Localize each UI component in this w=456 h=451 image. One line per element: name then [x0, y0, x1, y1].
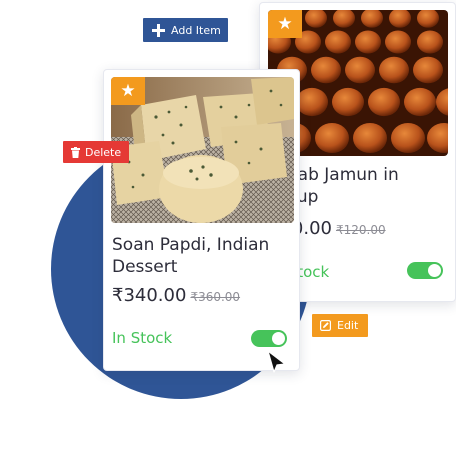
product-card-soan-papdi[interactable]: ★ Soan Papdi, Indian Dessert ₹340.00 ₹36…	[103, 69, 300, 371]
pencil-icon	[320, 320, 331, 331]
stock-toggle[interactable]	[407, 262, 443, 279]
gulab-jamun-ball	[296, 87, 328, 117]
delete-label: Delete	[85, 145, 122, 159]
gulab-jamun-ball	[385, 30, 411, 54]
edit-button[interactable]: Edit	[312, 314, 368, 337]
original-price: ₹360.00	[190, 290, 241, 304]
cursor-icon	[267, 350, 286, 373]
gulab-jamun-ball	[391, 123, 425, 153]
gulab-jamun-ball	[311, 56, 341, 84]
gulab-jamun-ball	[417, 30, 443, 54]
product-title: Soan Papdi, Indian Dessert	[112, 235, 270, 277]
plus-icon	[152, 23, 165, 37]
price-group: ₹340.00 ₹360.00	[112, 285, 240, 306]
trash-icon	[71, 146, 80, 158]
product-image-soan-papdi: ★	[111, 77, 294, 223]
add-item-label: Add Item	[171, 23, 221, 37]
gulab-jamun-ball	[413, 56, 443, 84]
toggle-knob	[428, 264, 441, 277]
gulab-jamun-ball	[379, 56, 409, 84]
star-icon[interactable]: ★	[268, 10, 302, 38]
gulab-jamun-ball	[353, 123, 387, 153]
current-price: ₹340.00	[112, 285, 187, 306]
toggle-knob	[272, 332, 285, 345]
original-price: ₹120.00	[335, 223, 386, 237]
gulab-jamun-ball	[368, 87, 400, 117]
stock-toggle[interactable]	[251, 330, 287, 347]
delete-button[interactable]: Delete	[63, 141, 129, 163]
edit-label: Edit	[337, 319, 359, 332]
gulab-jamun-ball	[355, 30, 381, 54]
gulab-jamun-ball	[345, 56, 375, 84]
gulab-jamun-ball	[325, 30, 351, 54]
gulab-jamun-ball	[315, 123, 349, 153]
gulab-jamun-ball	[332, 87, 364, 117]
add-item-button[interactable]: Add Item	[143, 18, 228, 42]
star-icon[interactable]: ★	[111, 77, 145, 105]
gulab-jamun-ball	[404, 87, 436, 117]
stock-status: In Stock	[112, 329, 173, 347]
